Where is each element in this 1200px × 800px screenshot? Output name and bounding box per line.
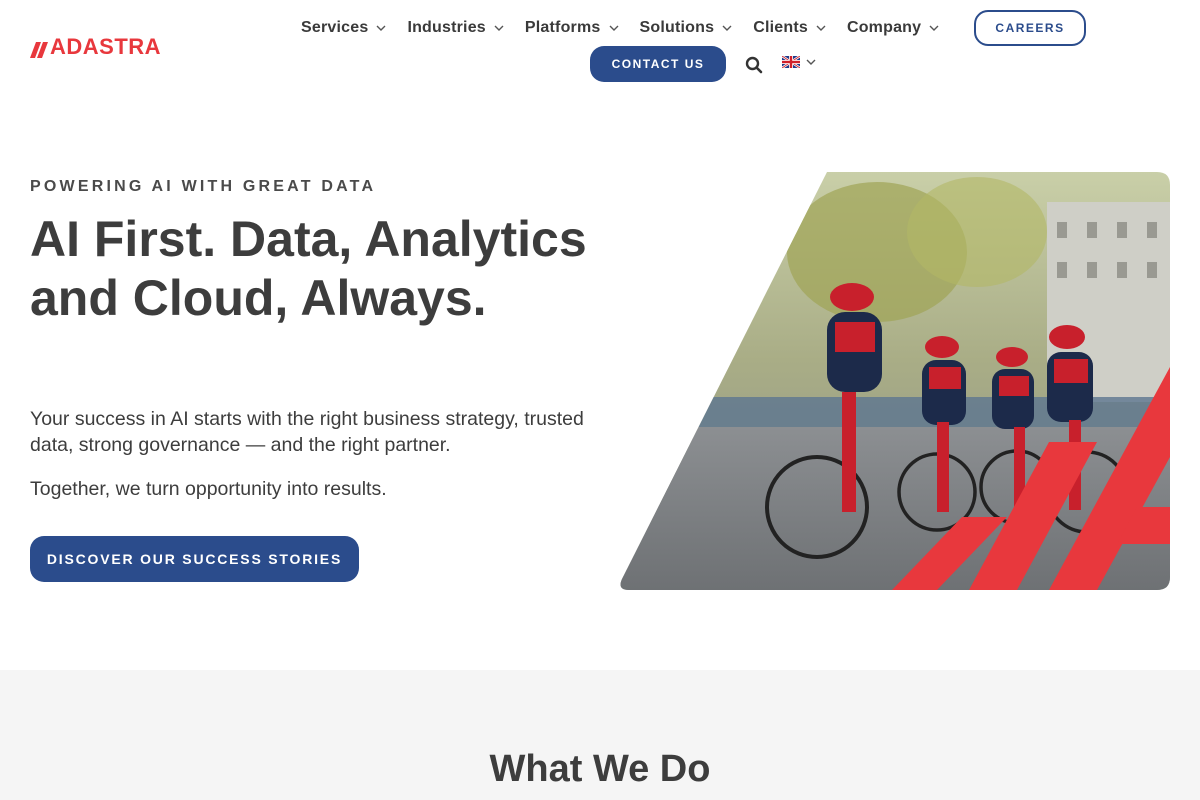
hero-title: AI First. Data, Analytics and Cloud, Alw… xyxy=(30,211,587,326)
nav-label: Solutions xyxy=(639,19,715,36)
nav-label: Platforms xyxy=(524,19,601,36)
hero-subtitle-2: Together, we turn opportunity into resul… xyxy=(30,478,387,500)
language-selector[interactable] xyxy=(782,56,816,68)
hero-eyebrow: POWERING AI WITH GREAT DATA xyxy=(30,178,377,195)
chevron-down-icon xyxy=(929,25,939,31)
hero-subtitle: Your success in AI starts with the right… xyxy=(30,408,584,456)
search-icon[interactable] xyxy=(745,56,763,74)
main-nav: Services Industries Platforms Solutions … xyxy=(301,14,960,42)
nav-label: Services xyxy=(301,19,369,36)
chevron-down-icon xyxy=(609,25,619,31)
nav-label: Company xyxy=(846,19,922,36)
chevron-down-icon xyxy=(816,25,826,31)
nav-item-solutions[interactable]: Solutions xyxy=(640,14,733,42)
logo[interactable]: ADASTRA xyxy=(30,34,161,60)
nav-item-industries[interactable]: Industries xyxy=(407,14,504,42)
discover-success-stories-button[interactable]: DISCOVER OUR SUCCESS STORIES xyxy=(30,536,359,582)
nav-label: Clients xyxy=(753,19,808,36)
logo-mark-icon xyxy=(30,42,48,58)
chevron-down-icon xyxy=(806,59,816,65)
nav-item-clients[interactable]: Clients xyxy=(753,14,826,42)
chevron-down-icon xyxy=(494,25,504,31)
chevron-down-icon xyxy=(376,25,386,31)
nav-label: Industries xyxy=(407,19,486,36)
nav-item-services[interactable]: Services xyxy=(301,14,386,42)
hero-image-cyclists xyxy=(620,172,1170,590)
what-we-do-title: What We Do xyxy=(489,748,711,790)
nav-item-platforms[interactable]: Platforms xyxy=(525,14,619,42)
nav-item-company[interactable]: Company xyxy=(847,14,939,42)
uk-flag-icon xyxy=(782,56,800,68)
chevron-down-icon xyxy=(722,25,732,31)
logo-text: ADASTRA xyxy=(50,34,162,59)
careers-button[interactable]: CAREERS xyxy=(974,10,1086,46)
contact-us-button[interactable]: CONTACT US xyxy=(590,46,726,82)
